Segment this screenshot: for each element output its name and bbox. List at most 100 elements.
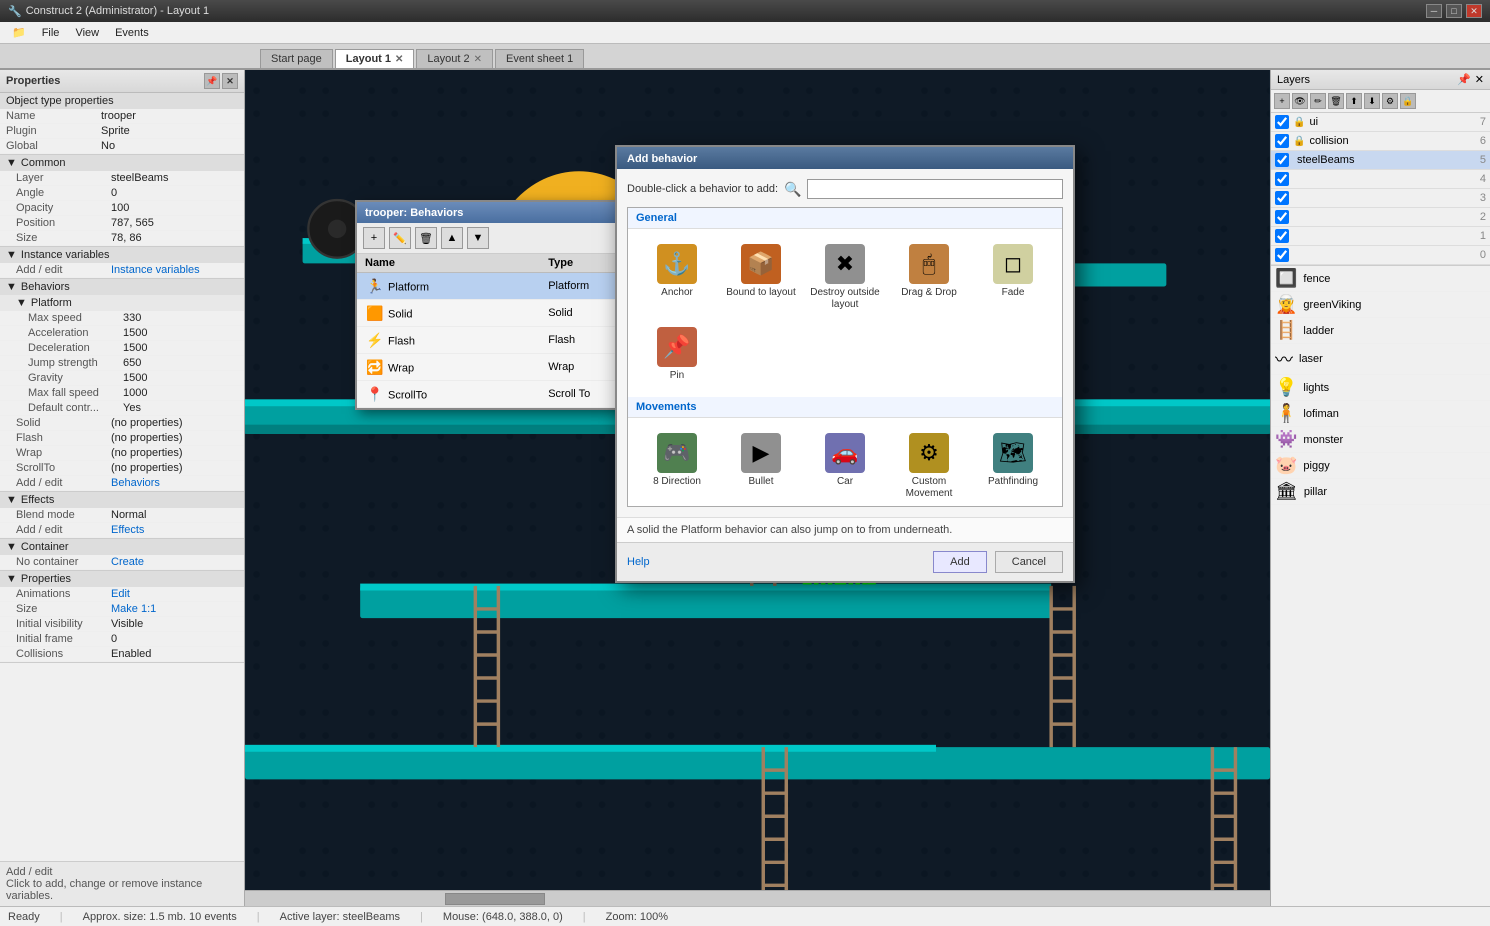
list-item[interactable]: 🔲 fence — [1271, 266, 1490, 292]
tab-layout1[interactable]: Layout 1 ✕ — [335, 49, 415, 68]
container-header[interactable]: ▼ Container — [0, 539, 244, 555]
destroy-outside-icon: ✖ — [825, 244, 865, 284]
layer-visible-checkbox[interactable] — [1275, 115, 1289, 129]
layers-icon4[interactable]: ⬆ — [1346, 93, 1362, 109]
common-header[interactable]: ▼ Common — [0, 155, 244, 171]
platform-subsection-header[interactable]: ▼ Platform — [0, 295, 244, 311]
list-item[interactable]: ⚙ Custom Movement — [888, 426, 970, 507]
layers-icon1[interactable]: 👁 — [1292, 93, 1308, 109]
menu-file[interactable]: 📁 — [4, 24, 34, 41]
tab-start-page[interactable]: Start page — [260, 49, 333, 68]
maximize-button[interactable]: □ — [1446, 4, 1462, 18]
minimize-button[interactable]: ─ — [1426, 4, 1442, 18]
layer-visible-checkbox[interactable] — [1275, 191, 1289, 205]
list-item[interactable]: 📌 Pin — [636, 320, 718, 389]
horizontal-scrollbar[interactable] — [245, 890, 1270, 906]
tab-layout2-close[interactable]: ✕ — [474, 54, 482, 65]
list-item[interactable]: 4 — [1271, 170, 1490, 189]
behaviors-header[interactable]: ▼ Behaviors — [0, 279, 244, 295]
prop-size-value: 78, 86 — [111, 232, 238, 244]
behavior-name-cell: 🏃 Platform — [357, 273, 540, 300]
list-item[interactable]: ✖ Destroy outside layout — [804, 237, 886, 318]
menu-events[interactable]: Events — [107, 25, 157, 41]
tab-layout1-close[interactable]: ✕ — [395, 54, 403, 65]
layers-icon6[interactable]: ⚙ — [1382, 93, 1398, 109]
properties-title: Properties — [6, 75, 60, 87]
instance-vars-add-row: Add / edit Instance variables — [0, 263, 244, 278]
cancel-button[interactable]: Cancel — [995, 551, 1063, 573]
list-item[interactable]: 🧝 greenViking — [1271, 292, 1490, 318]
create-container-link[interactable]: Create — [111, 556, 144, 568]
add-behavior-body: Double-click a behavior to add: 🔍 Genera… — [617, 169, 1073, 517]
ivar-add-link[interactable]: Instance variables — [111, 264, 200, 276]
layers-icon2[interactable]: ✏ — [1310, 93, 1326, 109]
list-item[interactable]: 📦 Bound to layout — [720, 237, 802, 318]
list-item[interactable]: 1 — [1271, 227, 1490, 246]
list-item[interactable]: ◻ Fade — [972, 237, 1054, 318]
layers-icon7[interactable]: 🔒 — [1400, 93, 1416, 109]
menu-view[interactable]: View — [67, 25, 107, 41]
animations-link[interactable]: Edit — [111, 588, 130, 600]
list-item[interactable]: 🎮 8 Direction — [636, 426, 718, 507]
layers-icon5[interactable]: ⬇ — [1364, 93, 1380, 109]
list-item[interactable]: 🚗 Car — [804, 426, 886, 507]
list-item[interactable]: 🐷 piggy — [1271, 453, 1490, 479]
layer-visible-checkbox[interactable] — [1275, 248, 1289, 262]
behavior-description: A solid the Platform behavior can also j… — [617, 517, 1073, 542]
list-item[interactable]: 🏛 pillar — [1271, 479, 1490, 505]
list-item[interactable]: 🖱 Drag & Drop — [888, 237, 970, 318]
list-item[interactable]: 👾 monster — [1271, 427, 1490, 453]
canvas-area[interactable]: trooper: Behaviors ✕ + ✏️ 🗑 ▲ ▼ Name Typ… — [245, 70, 1270, 906]
list-item[interactable]: 🗺 Pathfinding — [972, 426, 1054, 507]
move-up-btn[interactable]: ▲ — [441, 227, 463, 249]
close-icon[interactable]: ✕ — [1475, 73, 1484, 86]
effects-header[interactable]: ▼ Effects — [0, 492, 244, 508]
list-item[interactable]: ⚓ Anchor — [636, 237, 718, 318]
list-item[interactable]: 〰 laser — [1271, 344, 1490, 375]
delete-behavior-btn[interactable]: 🗑 — [415, 227, 437, 249]
list-item[interactable]: 3 — [1271, 189, 1490, 208]
layer-visible-checkbox[interactable] — [1275, 153, 1289, 167]
move-down-btn[interactable]: ▼ — [467, 227, 489, 249]
list-item[interactable]: ▶ Bullet — [720, 426, 802, 507]
size-prop-link[interactable]: Make 1:1 — [111, 603, 156, 615]
tab-layout2[interactable]: Layout 2 ✕ — [416, 49, 493, 68]
add-behavior-btn[interactable]: + — [363, 227, 385, 249]
list-item[interactable]: 💡 lights — [1271, 375, 1490, 401]
init-visibility-label: Initial visibility — [16, 618, 111, 630]
properties-sub-header[interactable]: ▼ Properties — [0, 571, 244, 587]
layer-visible-checkbox[interactable] — [1275, 172, 1289, 186]
panel-icon-close[interactable]: ✕ — [222, 73, 238, 89]
help-link[interactable]: Help — [627, 556, 650, 568]
add-button[interactable]: Add — [933, 551, 987, 573]
tab-eventsheet1[interactable]: Event sheet 1 — [495, 49, 584, 68]
list-item[interactable]: 🔒 ui 7 — [1271, 113, 1490, 132]
add-behavior-dialog[interactable]: Add behavior Double-click a behavior to … — [615, 145, 1075, 583]
list-item[interactable]: 🧍 lofiman — [1271, 401, 1490, 427]
layer-visible-checkbox[interactable] — [1275, 134, 1289, 148]
instance-vars-header[interactable]: ▼ Instance variables — [0, 247, 244, 263]
prop-global-row: Global No — [0, 139, 244, 154]
scrollbar-thumb[interactable] — [445, 893, 545, 905]
list-item[interactable]: 🪜 ladder — [1271, 318, 1490, 344]
add-layer-btn[interactable]: + — [1274, 93, 1290, 109]
edit-behavior-btn[interactable]: ✏️ — [389, 227, 411, 249]
destroy-outside-label: Destroy outside layout — [809, 287, 881, 311]
menu-home[interactable]: File — [34, 25, 68, 41]
object-type-header[interactable]: Object type properties — [0, 93, 244, 109]
list-item[interactable]: 0 — [1271, 246, 1490, 265]
layers-icon3[interactable]: 🗑 — [1328, 93, 1344, 109]
layer-visible-checkbox[interactable] — [1275, 229, 1289, 243]
behavior-search-input[interactable] — [807, 179, 1063, 199]
default-contr-label: Default contr... — [28, 402, 123, 414]
layer-number: 2 — [1480, 211, 1486, 223]
layer-visible-checkbox[interactable] — [1275, 210, 1289, 224]
close-button[interactable]: ✕ — [1466, 4, 1482, 18]
behaviors-add-link[interactable]: Behaviors — [111, 477, 160, 489]
list-item[interactable]: steelBeams 5 — [1271, 151, 1490, 170]
panel-icon-pin[interactable]: 📌 — [204, 73, 220, 89]
list-item[interactable]: 🔒 collision 6 — [1271, 132, 1490, 151]
effects-add-link[interactable]: Effects — [111, 524, 144, 536]
list-item[interactable]: 2 — [1271, 208, 1490, 227]
status-active-layer: Active layer: steelBeams — [280, 911, 400, 923]
